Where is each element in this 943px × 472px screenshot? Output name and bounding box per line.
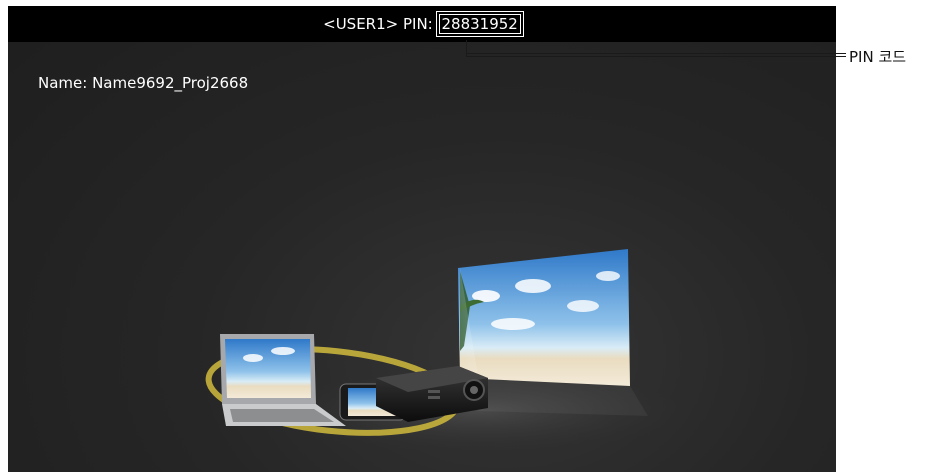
pin-callout-label: PIN 코드 <box>849 48 907 66</box>
projector-standby-screen: <USER1> PIN: 28831952 Name: Name9692_Pro… <box>8 6 836 472</box>
wireless-projection-illustration <box>205 249 708 456</box>
pin-callout-line <box>466 40 846 57</box>
